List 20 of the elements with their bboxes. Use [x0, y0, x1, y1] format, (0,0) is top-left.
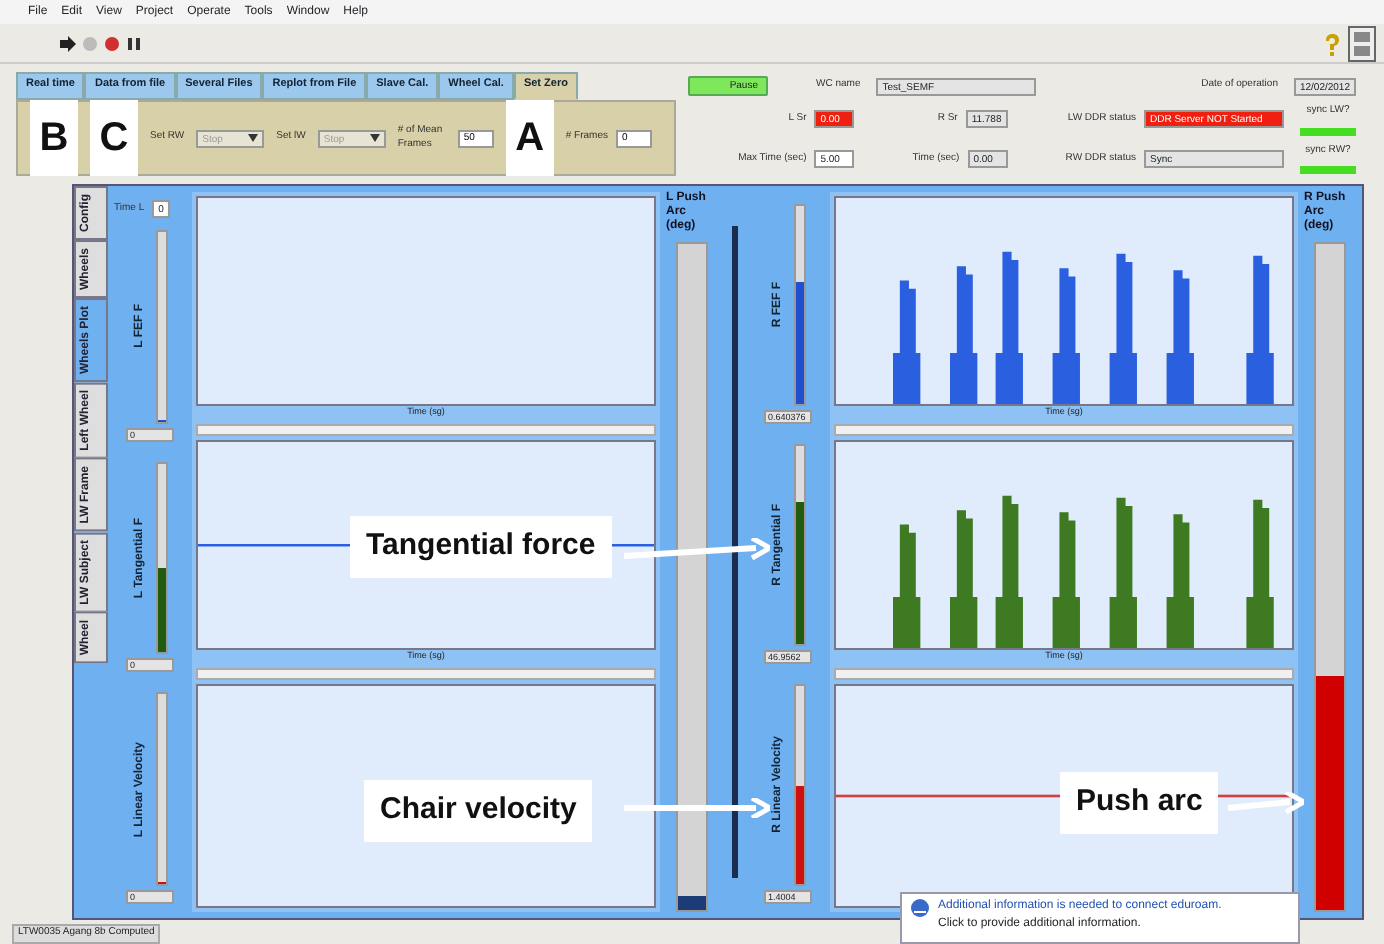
caret-icon: [369, 134, 380, 143]
callout-label: Tangential force: [350, 516, 612, 577]
scrollbar[interactable]: [834, 424, 1294, 436]
annotation-letter: C: [90, 100, 138, 176]
callout-arrow: [1228, 792, 1304, 818]
help-icon[interactable]: [1324, 31, 1342, 55]
callout-label: Push arc: [1060, 772, 1219, 833]
scrollbar[interactable]: [196, 424, 656, 436]
run-arrow-icon[interactable]: [60, 35, 76, 51]
annotation-letter: A: [505, 100, 554, 176]
annotation-letter: B: [30, 100, 78, 176]
callout-label: Chair velocity: [364, 780, 593, 841]
stop-icon[interactable]: [104, 35, 120, 51]
scrollbar[interactable]: [834, 668, 1294, 680]
pause-icon[interactable]: [126, 35, 142, 51]
caret-icon: [248, 134, 259, 143]
scrollbar[interactable]: [196, 668, 656, 680]
run-continuously-icon[interactable]: [82, 35, 98, 51]
vi-icon[interactable]: [1348, 25, 1376, 61]
network-icon: [910, 898, 930, 918]
